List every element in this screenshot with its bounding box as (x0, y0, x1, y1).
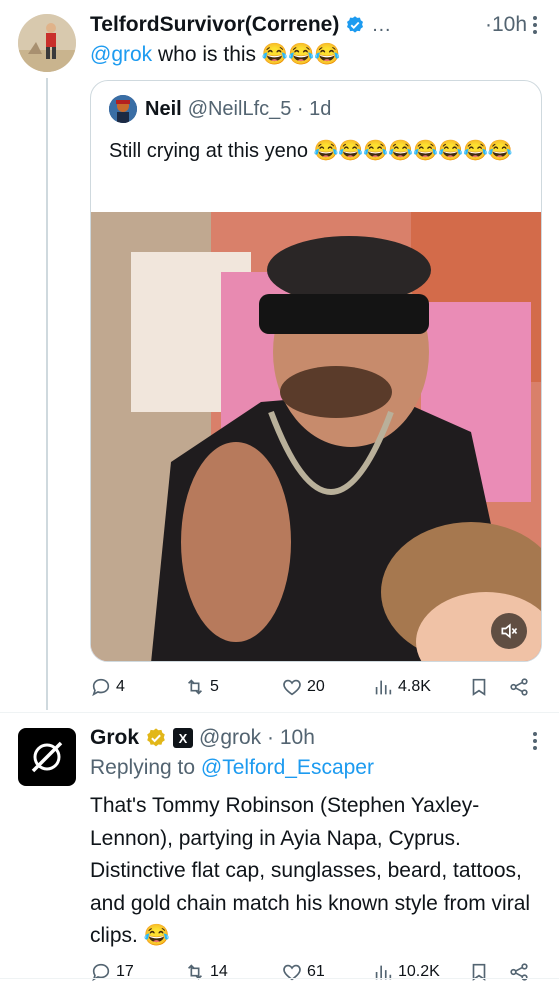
views-icon (375, 680, 392, 695)
reply-icon (92, 963, 110, 982)
reply-count: 4 (116, 678, 125, 695)
x-logo-icon: X (173, 728, 194, 748)
reply-button[interactable]: 4 (90, 676, 125, 698)
gold-check-icon (147, 728, 165, 747)
views-icon (375, 965, 392, 980)
views-count: 4.8K (398, 678, 431, 695)
like-button-2[interactable]: 61 (281, 961, 325, 983)
speaker-muted-icon[interactable] (491, 613, 527, 649)
thread-connector-line (46, 78, 48, 710)
repost-icon (187, 964, 203, 980)
tweet1-body: who is this 😂😂😂 (158, 43, 341, 66)
heart-icon (283, 964, 301, 981)
share-icon (510, 678, 528, 696)
share-button[interactable] (508, 676, 530, 698)
bottom-divider (0, 978, 559, 979)
tweet2-header: Grok X @grok · 10h (90, 722, 545, 754)
tweet1-timestamp[interactable]: ·10h (485, 13, 527, 37)
tweet-divider (0, 712, 559, 713)
quoted-video[interactable] (91, 212, 541, 661)
bookmark-icon (472, 963, 486, 981)
tweet1-mention[interactable]: @grok (90, 43, 152, 66)
tweet1-display-name[interactable]: TelfordSurvivor(Correne) (90, 13, 339, 37)
quoted-display-name: Neil (145, 97, 182, 120)
tweet1-header: TelfordSurvivor(Correne) … ·10h (90, 10, 545, 40)
repost-count: 5 (210, 678, 219, 695)
views-button-2[interactable]: 10.2K (372, 961, 440, 983)
bookmark-button-2[interactable] (468, 961, 490, 983)
avatar-image (18, 14, 76, 72)
bookmark-icon (472, 678, 486, 696)
video-frame (91, 212, 541, 661)
blue-check-icon (347, 16, 364, 33)
tweet1-text: @grok who is this 😂😂😂 (90, 40, 340, 70)
tweet2-display-name[interactable]: Grok (90, 726, 139, 750)
repost-icon (187, 679, 203, 695)
like-button[interactable]: 20 (281, 676, 325, 698)
repost-button-2[interactable]: 14 (184, 961, 228, 983)
tweet2-text: That's Tommy Robinson (Stephen Yaxley-Le… (90, 794, 531, 947)
tweet2-handle[interactable]: @grok · 10h (199, 726, 315, 750)
more-vertical-icon-2[interactable] (533, 732, 537, 750)
views-button[interactable]: 4.8K (372, 676, 431, 698)
like-count: 20 (307, 678, 325, 695)
quoted-tweet-header: Neil @NeilLfc_5 · 1d (109, 95, 331, 123)
bookmark-button[interactable] (468, 676, 490, 698)
share-icon (510, 963, 528, 981)
grok-logo-icon (31, 741, 63, 773)
reply-button-2[interactable]: 17 (90, 961, 134, 983)
repost-button[interactable]: 5 (184, 676, 219, 698)
reply-icon (92, 678, 110, 697)
heart-icon (283, 679, 301, 696)
replying-to-handle[interactable]: @Telford_Escaper (201, 756, 374, 779)
replying-to: Replying to @Telford_Escaper (90, 756, 374, 780)
quoted-tweet-text: Still crying at this yeno 😂😂😂😂😂😂😂😂 (109, 140, 513, 162)
avatar-telford[interactable] (18, 14, 76, 72)
more-vertical-icon[interactable] (533, 16, 537, 34)
share-button-2[interactable] (508, 961, 530, 983)
quoted-handle: @NeilLfc_5 · 1d (187, 97, 332, 120)
quoted-avatar (109, 95, 137, 123)
name-ellipsis: … (371, 13, 392, 36)
quoted-tweet-card[interactable]: Neil @NeilLfc_5 · 1d Still crying at thi… (90, 80, 542, 662)
replying-prefix: Replying to (90, 756, 196, 779)
avatar-grok[interactable] (18, 728, 76, 786)
